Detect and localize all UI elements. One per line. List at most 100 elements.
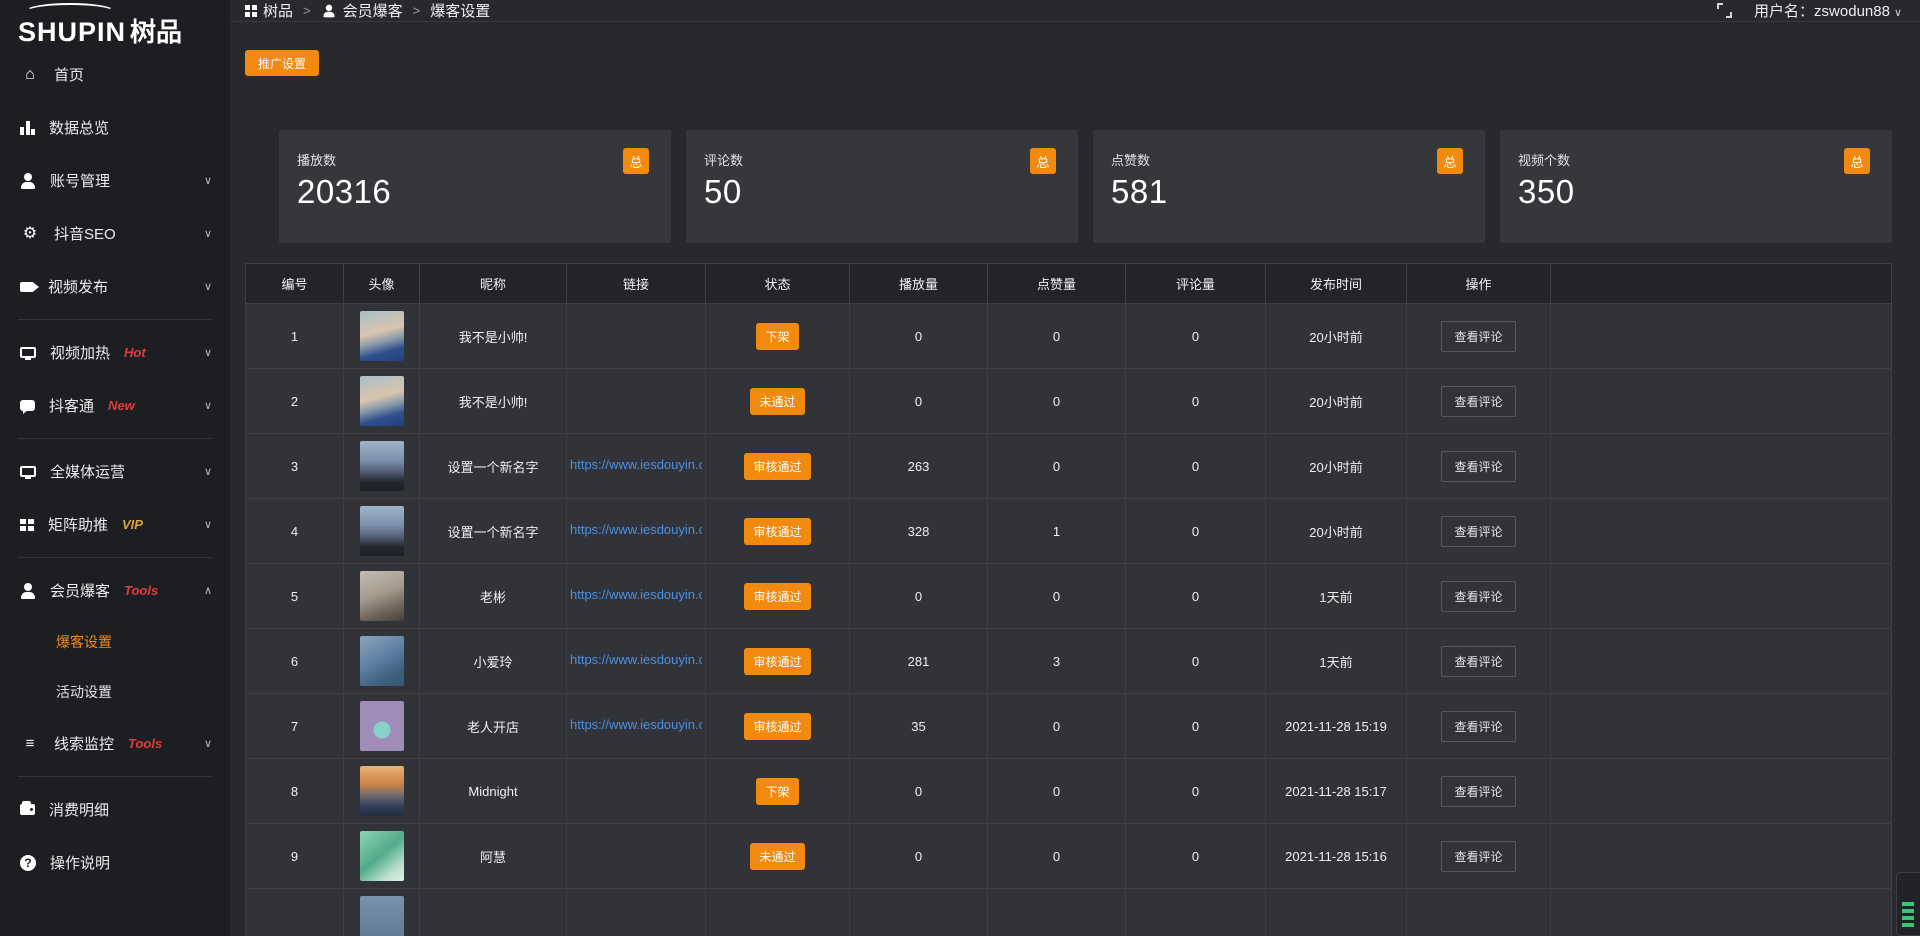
cell-action: 查看评论 xyxy=(1407,824,1551,889)
view-comments-button[interactable]: 查看评论 xyxy=(1441,711,1515,742)
video-link[interactable]: https://www.iesdouyin.c xyxy=(570,457,702,472)
sliders-icon: ≡ xyxy=(20,736,40,751)
cell-filler xyxy=(1551,694,1892,759)
view-comments-button[interactable]: 查看评论 xyxy=(1441,646,1515,677)
cell-link: https://www.iesdouyin.c xyxy=(567,629,706,694)
chevron-down-icon: ∨ xyxy=(204,465,212,478)
cell-comments: 0 xyxy=(1126,759,1266,824)
sidebar-item-media-operation[interactable]: 全媒体运营∨ xyxy=(0,445,230,498)
cell-filler xyxy=(1551,369,1892,434)
status-button[interactable]: 未通过 xyxy=(750,843,804,870)
monitor-icon xyxy=(20,347,36,358)
view-comments-button[interactable]: 查看评论 xyxy=(1441,321,1515,352)
username[interactable]: 用户名：zswodun88∨ xyxy=(1754,0,1902,21)
cell-avatar xyxy=(344,499,420,564)
table-header-row: 编号头像昵称链接状态播放量点赞量评论量发布时间操作 xyxy=(246,264,1892,304)
table-row: 1 我不是小帅! 下架 0 0 0 20小时前 查看评论 xyxy=(246,304,1892,369)
sidebar-item-data-overview[interactable]: 数据总览 xyxy=(0,101,230,154)
avatar xyxy=(360,571,404,621)
status-button[interactable]: 审核通过 xyxy=(744,648,810,675)
cell-id xyxy=(246,889,344,936)
view-comments-button[interactable]: 查看评论 xyxy=(1441,776,1515,807)
breadcrumb-item[interactable]: 会员爆客 xyxy=(321,0,403,21)
status-button[interactable]: 审核通过 xyxy=(744,518,810,545)
sidebar-item-douyin-seo[interactable]: ⚙抖音SEO∨ xyxy=(0,207,230,260)
sidebar: SHUPIN树品 ⌂首页数据总览账号管理∨⚙抖音SEO∨视频发布∨ 视频加热Hot… xyxy=(0,0,230,936)
cell-filler xyxy=(1551,564,1892,629)
sidebar-item-matrix-boost[interactable]: 矩阵助推VIP∨ xyxy=(0,498,230,551)
cell-comments: 0 xyxy=(1126,824,1266,889)
cell-id: 7 xyxy=(246,694,344,759)
table-row: 3 设置一个新名字 https://www.iesdouyin.c 审核通过 2… xyxy=(246,434,1892,499)
status-button[interactable]: 未通过 xyxy=(750,388,804,415)
cell-id: 5 xyxy=(246,564,344,629)
sidebar-item-account-manage[interactable]: 账号管理∨ xyxy=(0,154,230,207)
cell-filler xyxy=(1551,759,1892,824)
column-header: 编号 xyxy=(246,264,344,304)
cell-filler xyxy=(1551,434,1892,499)
cell-avatar xyxy=(344,824,420,889)
sidebar-item-operation-guide[interactable]: ?操作说明 xyxy=(0,836,230,889)
cell-status: 审核通过 xyxy=(706,499,850,564)
video-link[interactable]: https://www.iesdouyin.c xyxy=(570,652,702,667)
cell-link: https://www.iesdouyin.c xyxy=(567,694,706,759)
cell-plays: 0 xyxy=(850,564,988,629)
cell-avatar xyxy=(344,304,420,369)
view-comments-button[interactable]: 查看评论 xyxy=(1441,841,1515,872)
status-button[interactable]: 审核通过 xyxy=(744,713,810,740)
fullscreen-icon[interactable] xyxy=(1717,3,1732,18)
cell-time: 20小时前 xyxy=(1266,304,1407,369)
user-icon xyxy=(20,583,36,599)
cell-time: 2021-11-28 15:17 xyxy=(1266,759,1407,824)
cell-nickname: Midnight xyxy=(420,759,567,824)
cell-status: 审核通过 xyxy=(706,629,850,694)
cell-id: 2 xyxy=(246,369,344,434)
view-comments-button[interactable]: 查看评论 xyxy=(1441,386,1515,417)
column-header: 状态 xyxy=(706,264,850,304)
chevron-up-icon: ∧ xyxy=(204,584,212,597)
stat-card-0: 播放数 20316 总 xyxy=(279,130,671,243)
floating-widget[interactable] xyxy=(1896,872,1920,936)
cell-id: 9 xyxy=(246,824,344,889)
sidebar-item-video-publish[interactable]: 视频发布∨ xyxy=(0,260,230,313)
breadcrumb-item[interactable]: 树品 xyxy=(245,0,293,21)
cell-likes: 0 xyxy=(988,694,1126,759)
status-button[interactable]: 审核通过 xyxy=(744,583,810,610)
video-link[interactable]: https://www.iesdouyin.c xyxy=(570,717,702,732)
cell-link xyxy=(567,824,706,889)
view-comments-button[interactable]: 查看评论 xyxy=(1441,451,1515,482)
sidebar-item-member-baoke[interactable]: 会员爆客Tools∧ xyxy=(0,564,230,617)
home-icon: ⌂ xyxy=(20,67,40,83)
sidebar-item-consume-detail[interactable]: 消费明细 xyxy=(0,783,230,836)
sidebar-subitem-baoke-settings[interactable]: 爆客设置 xyxy=(0,617,230,667)
cell-id: 8 xyxy=(246,759,344,824)
table-row: 5 老彬 https://www.iesdouyin.c 审核通过 0 0 0 … xyxy=(246,564,1892,629)
app-logo[interactable]: SHUPIN树品 xyxy=(0,0,230,48)
cell-action: 查看评论 xyxy=(1407,304,1551,369)
video-link[interactable]: https://www.iesdouyin.c xyxy=(570,587,702,602)
cell-time: 20小时前 xyxy=(1266,434,1407,499)
video-link[interactable]: https://www.iesdouyin.c xyxy=(570,522,702,537)
sidebar-item-video-heat[interactable]: 视频加热Hot∨ xyxy=(0,326,230,379)
sidebar-item-home[interactable]: ⌂首页 xyxy=(0,48,230,101)
cell-plays xyxy=(850,889,988,936)
sidebar-item-douketong[interactable]: 抖客通New∨ xyxy=(0,379,230,432)
status-button[interactable]: 下架 xyxy=(756,323,798,350)
sidebar-subitem-activity-settings[interactable]: 活动设置 xyxy=(0,667,230,717)
cell-nickname: 老人开店 xyxy=(420,694,567,759)
cell-comments xyxy=(1126,889,1266,936)
cell-comments: 0 xyxy=(1126,369,1266,434)
column-header: 昵称 xyxy=(420,264,567,304)
sidebar-item-clue-monitor[interactable]: ≡线索监控Tools∨ xyxy=(0,717,230,770)
dashboard-icon xyxy=(245,5,257,17)
cell-avatar xyxy=(344,369,420,434)
status-button[interactable]: 下架 xyxy=(756,778,798,805)
view-comments-button[interactable]: 查看评论 xyxy=(1441,581,1515,612)
breadcrumb-item[interactable]: 爆客设置 xyxy=(430,0,490,21)
cell-status: 下架 xyxy=(706,304,850,369)
chevron-down-icon: ∨ xyxy=(204,399,212,412)
view-comments-button[interactable]: 查看评论 xyxy=(1441,516,1515,547)
status-button[interactable]: 审核通过 xyxy=(744,453,810,480)
promo-settings-button[interactable]: 推广设置 xyxy=(245,50,319,76)
logo-text-en: SHUPIN xyxy=(18,17,126,47)
